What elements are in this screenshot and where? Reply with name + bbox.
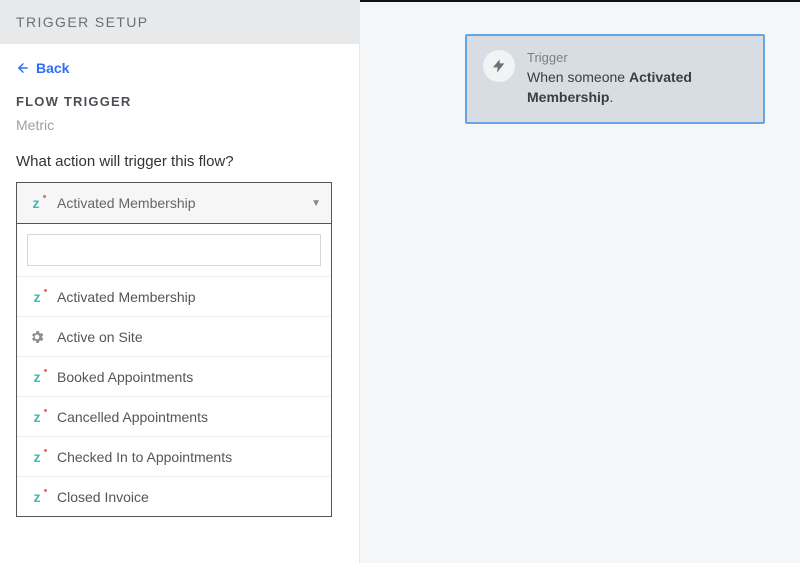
dropdown-option[interactable]: z Booked Appointments bbox=[17, 356, 331, 396]
dropdown-search-input[interactable] bbox=[27, 234, 321, 266]
chevron-down-icon: ▼ bbox=[311, 198, 321, 209]
z-icon: z bbox=[27, 488, 47, 506]
dropdown-option[interactable]: z Closed Invoice bbox=[17, 476, 331, 516]
dropdown-toggle[interactable]: z Activated Membership ▼ bbox=[16, 182, 332, 224]
dropdown-search-wrap bbox=[17, 224, 331, 276]
arrow-left-icon bbox=[16, 61, 30, 75]
dropdown-panel: z Activated Membership Active on Site z Book… bbox=[16, 224, 332, 517]
dropdown-option[interactable]: z Checked In to Appointments bbox=[17, 436, 331, 476]
dropdown-option-label: Cancelled Appointments bbox=[57, 409, 208, 425]
dropdown-option[interactable]: z Activated Membership bbox=[17, 276, 331, 316]
dropdown-option-label: Booked Appointments bbox=[57, 369, 193, 385]
panel-title: TRIGGER SETUP bbox=[16, 14, 149, 30]
bolt-icon-circle bbox=[483, 50, 515, 82]
trigger-card-label: Trigger bbox=[527, 50, 747, 65]
section-title: FLOW TRIGGER bbox=[16, 94, 343, 109]
trigger-text-suffix: . bbox=[609, 89, 613, 105]
trigger-card-body: Trigger When someone Activated Membershi… bbox=[527, 50, 747, 108]
dropdown-option-label: Closed Invoice bbox=[57, 489, 149, 505]
left-panel: TRIGGER SETUP Back FLOW TRIGGER Metric W… bbox=[0, 0, 360, 563]
panel-content: Back FLOW TRIGGER Metric What action wil… bbox=[0, 44, 359, 563]
dropdown-option-label: Active on Site bbox=[57, 329, 143, 345]
trigger-card-text: When someone Activated Membership. bbox=[527, 67, 747, 108]
dropdown-option-label: Checked In to Appointments bbox=[57, 449, 232, 465]
z-icon: z bbox=[27, 194, 45, 212]
dropdown-options-list: z Activated Membership Active on Site z Book… bbox=[17, 276, 331, 516]
canvas-top-border bbox=[360, 0, 800, 2]
dropdown-option[interactable]: Active on Site bbox=[17, 316, 331, 356]
back-label: Back bbox=[36, 60, 69, 76]
dropdown-selected-label: Activated Membership bbox=[57, 195, 311, 211]
panel-header: TRIGGER SETUP bbox=[0, 0, 359, 44]
dropdown-option[interactable]: z Cancelled Appointments bbox=[17, 396, 331, 436]
trigger-card[interactable]: Trigger When someone Activated Membershi… bbox=[465, 34, 765, 124]
trigger-prompt: What action will trigger this flow? bbox=[16, 153, 343, 170]
z-icon: z bbox=[27, 368, 47, 386]
z-icon: z bbox=[27, 408, 47, 426]
canvas-panel: Trigger When someone Activated Membershi… bbox=[360, 0, 800, 563]
z-icon: z bbox=[27, 448, 47, 466]
dropdown-option-label: Activated Membership bbox=[57, 289, 196, 305]
bolt-icon bbox=[491, 58, 507, 74]
gear-icon bbox=[27, 329, 47, 345]
z-icon: z bbox=[27, 288, 47, 306]
back-button[interactable]: Back bbox=[16, 60, 69, 76]
section-subtitle: Metric bbox=[16, 117, 343, 133]
trigger-text-prefix: When someone bbox=[527, 69, 629, 85]
trigger-dropdown: z Activated Membership ▼ z Activated Memb… bbox=[16, 182, 332, 224]
